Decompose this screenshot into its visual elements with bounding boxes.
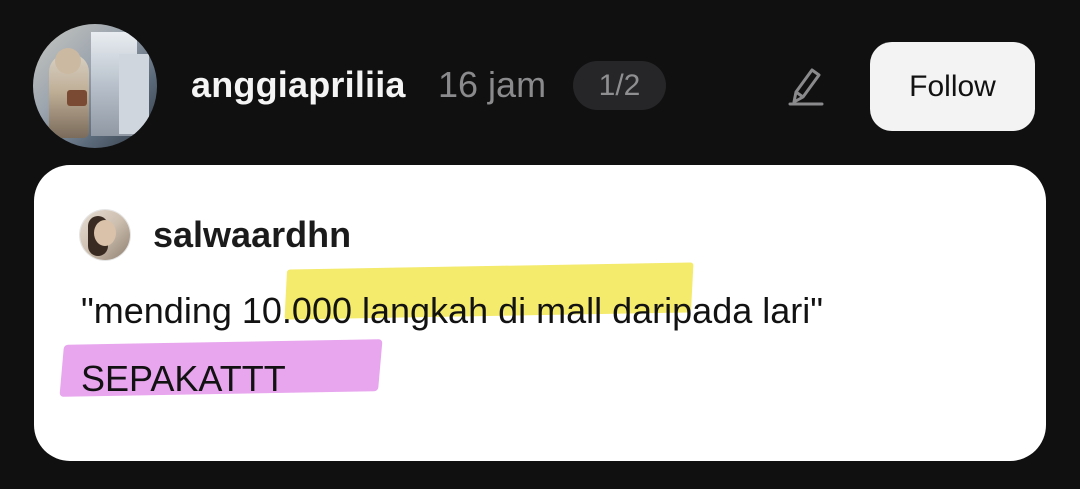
- follow-button[interactable]: Follow: [870, 42, 1035, 131]
- pen-draw-icon[interactable]: [782, 62, 830, 110]
- page-indicator: 1/2: [573, 61, 666, 110]
- avatar-photo-bag: [67, 90, 87, 106]
- quoted-user-avatar[interactable]: [80, 210, 130, 260]
- profile-avatar[interactable]: [33, 24, 157, 148]
- quoted-username[interactable]: salwaardhn: [153, 214, 351, 256]
- avatar-photo-rack: [119, 54, 149, 134]
- username[interactable]: anggiapriliia: [191, 64, 406, 106]
- reply-text: SEPAKATTT: [81, 358, 286, 399]
- avatar-photo-head: [55, 48, 81, 74]
- post-timestamp: 16 jam: [438, 64, 547, 105]
- avatar-photo-face: [94, 220, 116, 246]
- quote-text: "mending 10.000 langkah di mall daripada…: [81, 290, 824, 331]
